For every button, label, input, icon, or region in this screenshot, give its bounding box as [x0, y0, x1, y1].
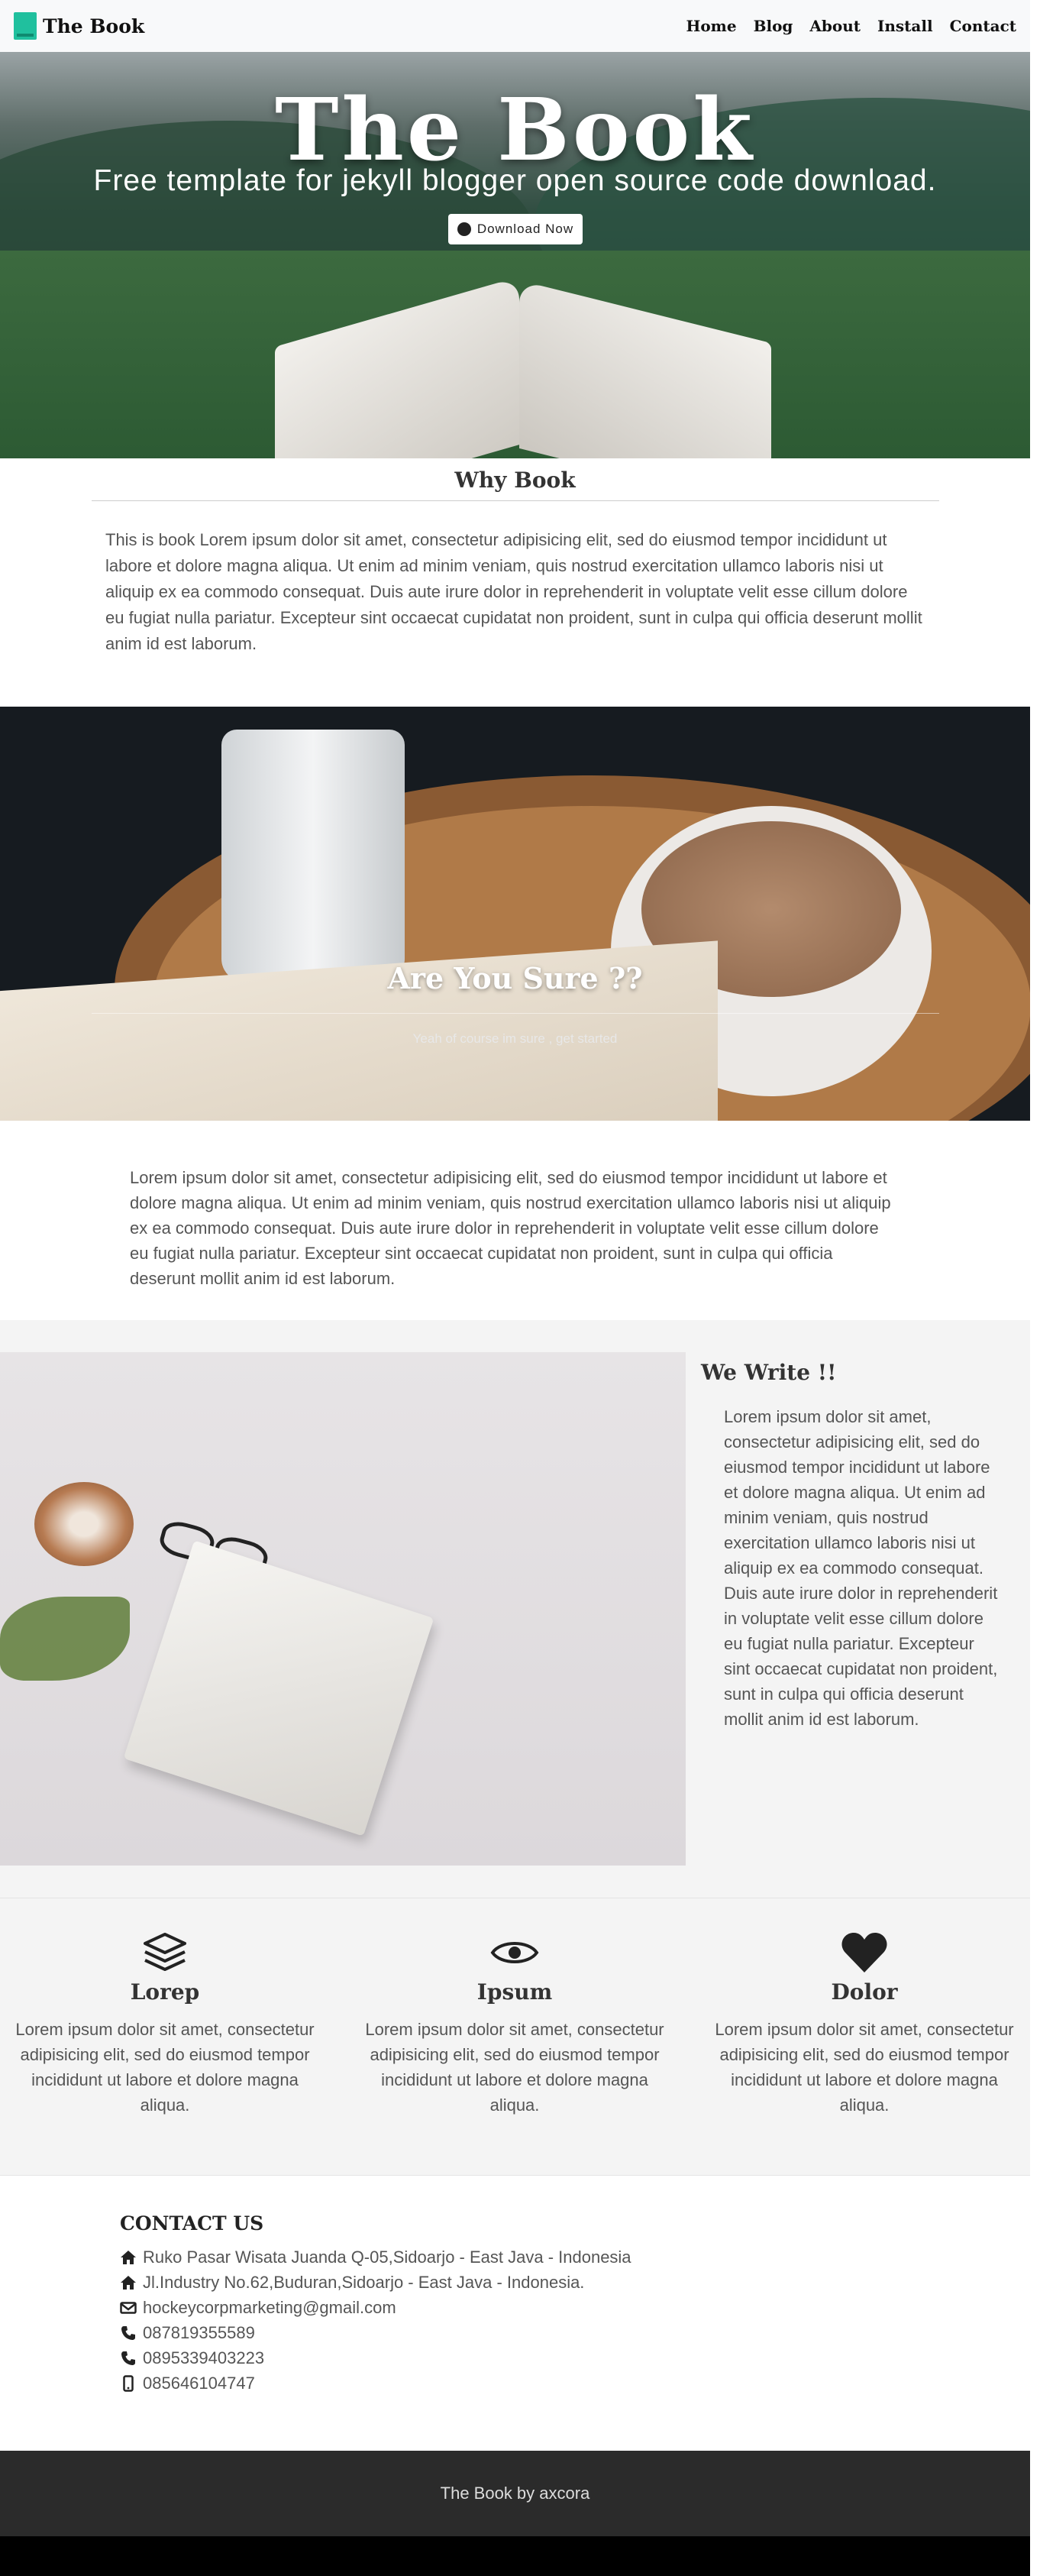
are-you-sure-text: Lorem ipsum dolor sit amet, consectetur …	[130, 1168, 891, 1288]
why-book-heading: Why Book	[454, 468, 576, 493]
why-book-text: This is book Lorem ipsum dolor sit amet,…	[105, 530, 922, 653]
contact-text: 085646104747	[143, 2373, 255, 2393]
brand-link[interactable]: The Book	[14, 12, 144, 40]
nav-link-home[interactable]: Home	[686, 17, 736, 35]
nav-links: Home Blog About Install Contact	[686, 17, 1016, 35]
envelope-icon	[120, 2301, 137, 2314]
contact-text: Jl.Industry No.62,Buduran,Sidoarjo - Eas…	[143, 2272, 585, 2292]
nav-link-contact[interactable]: Contact	[950, 17, 1016, 35]
footer: The Book by axcora	[0, 2451, 1030, 2536]
heart-icon	[712, 1929, 1017, 1976]
feature-text: Lorem ipsum dolor sit amet, consectetur …	[365, 2020, 664, 2115]
contact-item-phone: 0895339403223	[120, 2345, 631, 2371]
feature-ipsum: Ipsum Lorem ipsum dolor sit amet, consec…	[362, 1929, 667, 2118]
contact-list: Ruko Pasar Wisata Juanda Q-05,Sidoarjo -…	[120, 2244, 631, 2396]
contact-item-email: hockeycorpmarketing@gmail.com	[120, 2295, 631, 2320]
layers-icon	[12, 1929, 318, 1976]
feature-text: Lorem ipsum dolor sit amet, consectetur …	[715, 2020, 1014, 2115]
hero-subtitle: Free template for jekyll blogger open so…	[93, 164, 937, 197]
nav-link-install[interactable]: Install	[877, 17, 933, 35]
we-write-text: Lorem ipsum dolor sit amet, consectetur …	[724, 1407, 998, 1729]
footer-credit: The Book by axcora	[440, 2484, 590, 2503]
phone-icon	[120, 2351, 137, 2366]
image-plant	[0, 1597, 130, 1681]
are-you-sure-subtitle: Yeah of course im sure , get started	[412, 1031, 618, 1046]
image-book	[123, 1540, 434, 1837]
we-write-image	[0, 1352, 686, 1866]
are-you-sure-heading: Are You Sure ??	[387, 961, 643, 995]
contact-item-mobile: 085646104747	[120, 2371, 631, 2396]
contact-item-address: Jl.Industry No.62,Buduran,Sidoarjo - Eas…	[120, 2270, 631, 2295]
feature-title: Ipsum	[476, 1979, 553, 2005]
contact-heading: CONTACT US	[120, 2212, 264, 2235]
contact-text: 0895339403223	[143, 2348, 265, 2367]
scrollbar[interactable]	[1030, 0, 1040, 2576]
feature-title: Dolor	[831, 1979, 898, 2005]
mobile-icon	[120, 2374, 137, 2392]
are-you-sure-banner	[0, 707, 1030, 1121]
contact-text: 087819355589	[143, 2322, 255, 2342]
eye-icon	[362, 1929, 667, 1976]
divider	[92, 500, 939, 501]
feature-dolor: Dolor Lorem ipsum dolor sit amet, consec…	[712, 1929, 1017, 2118]
divider	[92, 1013, 939, 1014]
we-write-heading: We Write !!	[701, 1360, 837, 1385]
home-icon	[120, 2275, 137, 2290]
download-now-label: Download Now	[476, 222, 574, 236]
contact-item-phone: 087819355589	[120, 2320, 631, 2345]
download-now-button[interactable]: Download Now	[448, 214, 583, 244]
phone-icon	[120, 2325, 137, 2341]
home-icon	[120, 2250, 137, 2265]
github-icon	[457, 222, 471, 236]
nav-link-about[interactable]: About	[809, 17, 861, 35]
feature-text: Lorem ipsum dolor sit amet, consectetur …	[15, 2020, 315, 2115]
contact-text[interactable]: hockeycorpmarketing@gmail.com	[143, 2298, 396, 2318]
page: The Book Home Blog About Install Contact…	[0, 0, 1030, 2536]
brand-name: The Book	[43, 15, 145, 37]
feature-title: Lorep	[130, 1979, 200, 2005]
image-latte	[34, 1482, 134, 1566]
contact-text: Ruko Pasar Wisata Juanda Q-05,Sidoarjo -…	[143, 2247, 631, 2267]
book-logo-icon	[14, 12, 37, 40]
nav-link-blog[interactable]: Blog	[754, 17, 793, 35]
contact-item-address: Ruko Pasar Wisata Juanda Q-05,Sidoarjo -…	[120, 2244, 631, 2270]
banner-vase	[221, 730, 405, 982]
feature-lorep: Lorep Lorem ipsum dolor sit amet, consec…	[12, 1929, 318, 2118]
navbar: The Book Home Blog About Install Contact	[0, 0, 1030, 52]
